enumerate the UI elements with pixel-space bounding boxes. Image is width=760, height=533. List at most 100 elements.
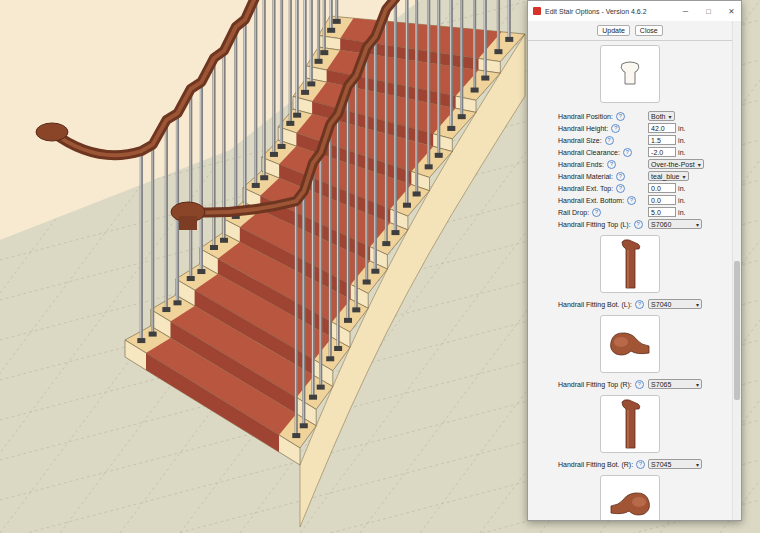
baluster xyxy=(371,37,379,274)
dropdown[interactable]: S7060▾ xyxy=(648,219,702,229)
baluster xyxy=(471,0,479,93)
fitting-preview xyxy=(600,395,660,453)
field-list: Handrail Position:?Both▾Handrail Height:… xyxy=(528,107,732,520)
dropdown-caret-icon: ▾ xyxy=(696,461,699,468)
number-input[interactable] xyxy=(648,183,676,193)
dialog-body: UpdateCloseHandrail Position:?Both▾Handr… xyxy=(528,21,741,520)
field-label: Handrail Size:? xyxy=(558,135,645,145)
button-row: Update Close xyxy=(528,21,732,41)
dropdown[interactable]: S7065▾ xyxy=(648,379,702,389)
help-icon[interactable]: ? xyxy=(605,136,614,145)
dropdown-caret-icon: ▾ xyxy=(696,381,699,388)
baluster xyxy=(309,163,317,400)
help-icon[interactable]: ? xyxy=(636,460,645,469)
field-value: S7060▾ xyxy=(648,219,704,229)
number-input[interactable] xyxy=(648,207,676,217)
help-icon[interactable]: ? xyxy=(616,172,625,181)
baluster xyxy=(413,0,421,196)
field-label: Handrail Fitting Top (L):? xyxy=(558,219,645,229)
help-icon[interactable]: ? xyxy=(623,148,632,157)
baluster xyxy=(334,114,342,351)
field-label: Rail Drop:? xyxy=(558,207,645,217)
baluster xyxy=(333,0,341,24)
field-value: S7045▾ xyxy=(648,459,704,469)
baluster xyxy=(435,0,443,158)
baluster xyxy=(210,58,218,250)
field-label: Handrail Clearance:? xyxy=(558,147,645,157)
baluster xyxy=(505,0,513,42)
help-icon[interactable]: ? xyxy=(635,380,644,389)
title-bar[interactable]: Edit Stair Options - Version 4.6.2 ─□✕ xyxy=(528,1,741,21)
window-control-button[interactable]: □ xyxy=(699,1,718,21)
help-icon[interactable]: ? xyxy=(634,220,643,229)
post-fitting-icon xyxy=(612,398,648,450)
field-value: in. xyxy=(648,147,704,157)
help-icon[interactable]: ? xyxy=(592,208,601,217)
help-icon[interactable]: ? xyxy=(627,196,636,205)
dropdown[interactable]: Both▾ xyxy=(648,111,674,121)
dropdown[interactable]: teal_blue▾ xyxy=(648,171,688,181)
dropdown[interactable]: Over-the-Post▾ xyxy=(648,159,704,169)
field-label: Handrail Fitting Bot. (L):? xyxy=(558,299,645,309)
handrail-left xyxy=(36,0,337,155)
action-button[interactable]: Update xyxy=(597,25,630,36)
field-value: in. xyxy=(648,195,704,205)
unit-label: in. xyxy=(678,209,685,216)
baluster xyxy=(286,0,294,126)
fitting-preview-row xyxy=(558,391,704,457)
help-icon[interactable]: ? xyxy=(616,184,625,193)
unit-label: in. xyxy=(678,149,685,156)
fitting-preview xyxy=(600,315,660,373)
number-input[interactable] xyxy=(648,123,676,133)
baluster xyxy=(300,191,308,428)
baluster xyxy=(252,0,260,188)
baluster xyxy=(187,89,195,281)
baluster xyxy=(197,82,205,274)
baluster xyxy=(292,201,300,438)
riser-carpet xyxy=(146,353,279,452)
help-icon[interactable]: ? xyxy=(611,124,620,133)
turnout-fitting-icon xyxy=(607,488,653,520)
field-label: Handrail Material:? xyxy=(558,171,645,181)
window-title: Edit Stair Options - Version 4.6.2 xyxy=(545,8,672,15)
baluster xyxy=(270,0,278,157)
tread xyxy=(125,326,316,448)
field-value: in. xyxy=(648,123,704,133)
action-button[interactable]: Close xyxy=(635,25,663,36)
field-value: teal_blue▾ xyxy=(648,171,704,181)
field-label: Handrail Ext. Top:? xyxy=(558,183,645,193)
baluster xyxy=(352,75,360,312)
help-icon[interactable]: ? xyxy=(635,300,644,309)
baluster xyxy=(344,86,352,323)
carpet xyxy=(146,338,296,435)
baluster xyxy=(326,124,334,361)
dropdown-caret-icon: ▾ xyxy=(698,161,701,168)
baluster xyxy=(137,151,145,343)
window-control-button[interactable]: ✕ xyxy=(722,1,741,21)
number-input[interactable] xyxy=(648,135,676,145)
baluster xyxy=(403,0,411,208)
baluster xyxy=(260,0,268,180)
dropdown[interactable]: S7040▾ xyxy=(648,299,702,309)
scrollbar-thumb[interactable] xyxy=(734,261,740,401)
handrail-right xyxy=(171,0,509,230)
fitting-preview-row xyxy=(558,231,704,297)
stair-options-dialog[interactable]: Edit Stair Options - Version 4.6.2─□✕Upd… xyxy=(527,0,742,521)
help-icon[interactable]: ? xyxy=(616,112,625,121)
baluster xyxy=(391,0,399,235)
turnout-fitting-icon xyxy=(607,328,653,360)
fitting-preview xyxy=(600,475,660,520)
baluster xyxy=(232,27,240,219)
baluster xyxy=(458,0,466,119)
number-input[interactable] xyxy=(648,147,676,157)
window-control-button[interactable]: ─ xyxy=(676,1,695,21)
fitting-preview-row xyxy=(558,471,704,520)
scrollbar[interactable] xyxy=(732,21,741,520)
baluster xyxy=(327,0,335,33)
field-value: in. xyxy=(648,183,704,193)
number-input[interactable] xyxy=(648,195,676,205)
baluster xyxy=(301,0,309,95)
baluster xyxy=(307,0,315,86)
dropdown[interactable]: S7045▾ xyxy=(648,459,702,469)
help-icon[interactable]: ? xyxy=(607,160,616,169)
